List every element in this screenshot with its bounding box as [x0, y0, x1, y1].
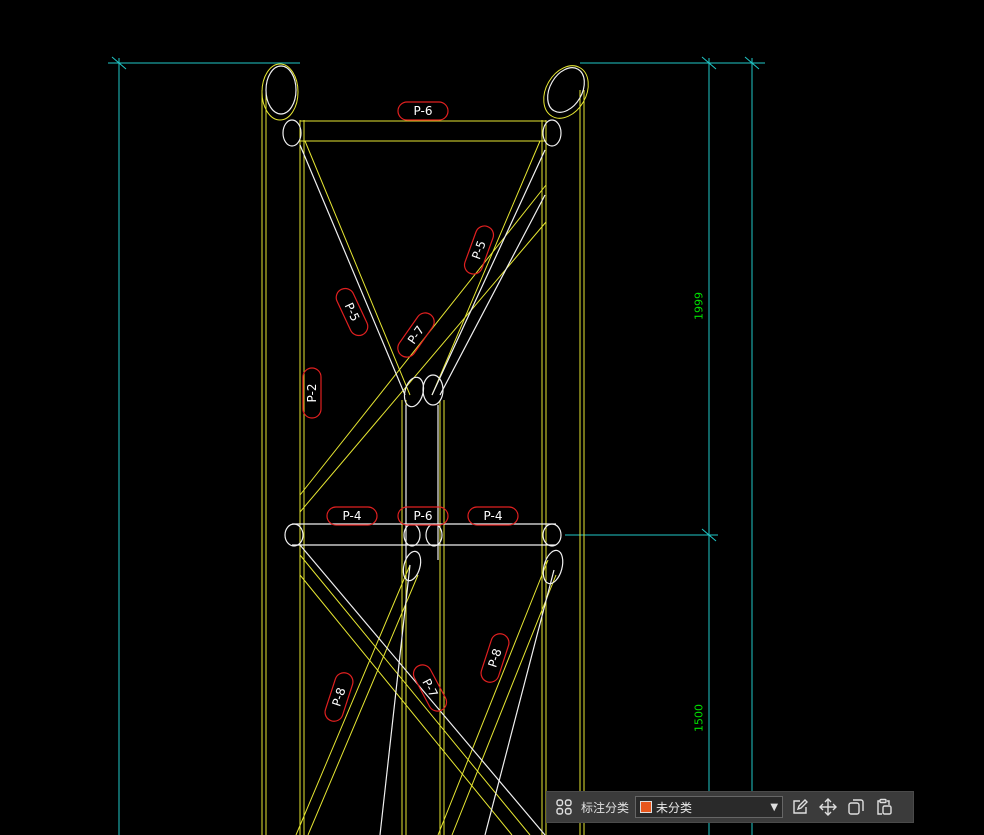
part-tag[interactable]: P-4	[326, 506, 378, 526]
part-tag[interactable]: P-8	[323, 670, 356, 723]
main-chords	[261, 90, 585, 835]
svg-text:P-6: P-6	[414, 104, 433, 118]
grid-icon[interactable]	[553, 796, 575, 818]
part-tag[interactable]: P-7	[394, 309, 437, 360]
copy-icon[interactable]	[845, 796, 867, 818]
category-value: 未分类	[656, 800, 693, 815]
part-tag[interactable]: P-2	[302, 367, 322, 419]
part-tag[interactable]: P-5	[333, 286, 370, 339]
diagonal-braces	[295, 140, 557, 835]
part-tag[interactable]: P-4	[467, 506, 519, 526]
part-tags[interactable]: P-6 P-5 P-5 P-7 P-2 P-4 P-6 P-4 P-8 P-7 …	[302, 101, 519, 724]
svg-text:P-6: P-6	[414, 509, 433, 523]
category-color-swatch	[640, 801, 653, 813]
category-select[interactable]: 未分类 ▼	[635, 796, 784, 818]
white-members	[292, 144, 556, 835]
cad-canvas[interactable]: P-6 P-5 P-5 P-7 P-2 P-4 P-6 P-4 P-8 P-7 …	[0, 0, 984, 835]
paste-icon[interactable]	[873, 796, 895, 818]
horizontal-struts	[300, 120, 546, 142]
dimension-text: 1500	[693, 704, 706, 732]
part-tag[interactable]: P-8	[479, 631, 512, 684]
move-icon[interactable]	[817, 796, 839, 818]
dimension-text: 1999	[693, 292, 706, 320]
svg-text:P-5: P-5	[342, 300, 363, 323]
part-tag[interactable]: P-6	[397, 101, 449, 121]
svg-text:P-4: P-4	[343, 509, 362, 523]
svg-text:P-4: P-4	[484, 509, 503, 523]
svg-text:P-2: P-2	[305, 384, 319, 403]
annotation-toolbar: 标注分类 未分类 ▼	[546, 791, 914, 823]
dimension-lines	[108, 56, 765, 835]
svg-text:P-7: P-7	[419, 676, 440, 699]
chevron-down-icon: ▼	[770, 801, 779, 813]
category-label: 标注分类	[581, 800, 630, 815]
edit-icon[interactable]	[789, 796, 811, 818]
svg-text:P-7: P-7	[405, 323, 427, 347]
